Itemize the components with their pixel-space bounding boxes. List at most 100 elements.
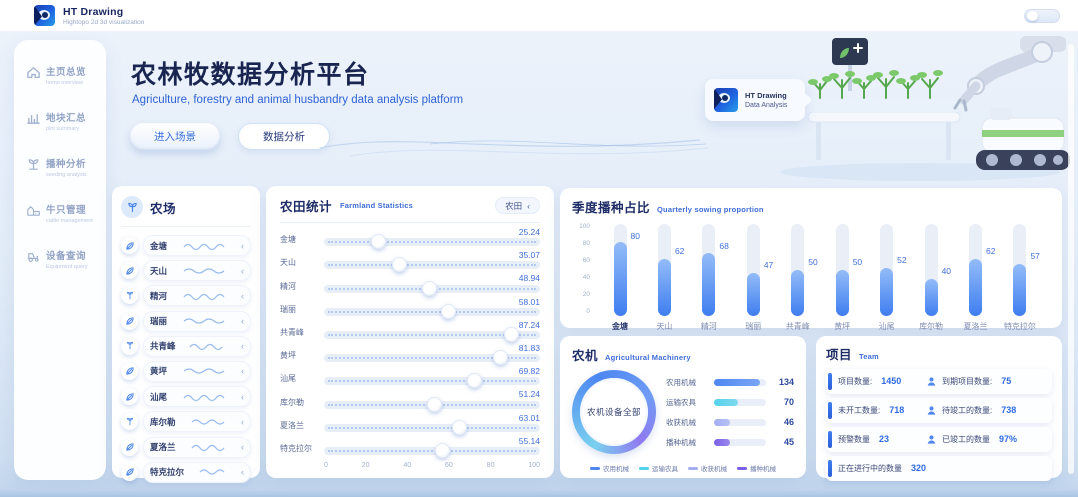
farm-list-item[interactable]: 天山 ‹ xyxy=(121,260,251,282)
slider-label: 金塘 xyxy=(280,235,296,245)
sidebar-item-equipment-query[interactable]: 设备查询 Equipment query xyxy=(26,248,106,270)
scrollbar[interactable] xyxy=(1068,44,1074,474)
sidebar-item-plot-summary[interactable]: 地块汇总 plot summary xyxy=(26,110,106,132)
slider-value: 69.82 xyxy=(518,366,540,377)
chevron-left-icon[interactable]: ‹ xyxy=(241,442,244,452)
slider-thumb[interactable] xyxy=(452,419,468,435)
farm-list-item[interactable]: 库尔勒 ‹ xyxy=(121,411,251,433)
slider-thumb[interactable] xyxy=(421,280,437,296)
slider-thumb[interactable] xyxy=(370,234,386,250)
bar-column[interactable]: 80 金塘 xyxy=(600,224,640,332)
farmland-slider-row: 库尔勒 51.24 xyxy=(280,389,540,412)
slider-thumb[interactable] xyxy=(492,350,508,366)
bar-column[interactable]: 68 精河 xyxy=(689,224,729,332)
chevron-left-icon[interactable]: ‹ xyxy=(241,366,244,376)
leaf-icon xyxy=(121,438,138,456)
slider-thumb[interactable] xyxy=(435,442,451,458)
farm-list-item[interactable]: 共青峰 ‹ xyxy=(121,335,251,357)
legend-item[interactable]: 收获机械 xyxy=(688,463,727,473)
chevron-left-icon[interactable]: ‹ xyxy=(241,316,244,326)
slider-thumb[interactable] xyxy=(466,373,482,389)
farm-list-item[interactable]: 汕尾 ‹ xyxy=(121,386,251,408)
sidebar-item-cattle-management[interactable]: 牛只管理 cattle management xyxy=(26,202,106,224)
slider-track[interactable] xyxy=(324,419,540,435)
legend-item[interactable]: 播种机械 xyxy=(737,463,776,473)
farm-list-item[interactable]: 夏洛兰 ‹ xyxy=(121,436,251,458)
farm-list-item[interactable]: 精河 ‹ xyxy=(121,285,251,307)
slider-thumb[interactable] xyxy=(391,257,407,273)
chevron-left-icon[interactable]: ‹ xyxy=(241,392,244,402)
sidebar-item-home[interactable]: 主页总览 home overview xyxy=(26,64,106,86)
stat-label: 未开工数量: xyxy=(838,405,881,415)
hbar-track[interactable] xyxy=(714,438,766,446)
sidebar-item-seeding-analysis[interactable]: 播种分析 seeding analysis xyxy=(26,156,106,178)
hbar-label: 收获机械 xyxy=(666,417,696,427)
sidebar-item-label: 主页总览 xyxy=(46,67,87,78)
page-title: 农林牧数据分析平台 xyxy=(131,61,370,89)
machinery-donut-chart[interactable]: 农机设备全部 xyxy=(572,370,656,454)
slider-track[interactable] xyxy=(324,257,540,273)
slider-thumb[interactable] xyxy=(441,303,457,319)
bar-column[interactable]: 50 黄坪 xyxy=(822,224,862,332)
farmland-slider-row: 天山 35.07 xyxy=(280,250,540,273)
chevron-left-icon[interactable]: ‹ xyxy=(241,291,244,301)
bar-category: 库尔勒 xyxy=(919,322,944,331)
hbar-label: 播种机械 xyxy=(666,437,696,447)
badge-subtitle: Data Analysis xyxy=(745,102,788,109)
slider-track[interactable] xyxy=(324,303,540,319)
slider-thumb[interactable] xyxy=(426,396,442,412)
bar-column[interactable]: 62 夏洛兰 xyxy=(956,224,996,332)
slider-track[interactable] xyxy=(324,350,540,366)
slider-label: 特克拉尔 xyxy=(280,443,312,453)
project-stat-card[interactable]: 项目数量: 1450 到期项目数量: 75 xyxy=(826,369,1052,394)
farm-list-item[interactable]: 黄坪 ‹ xyxy=(121,360,251,382)
hbar-label: 农用机械 xyxy=(666,377,696,387)
project-stat-card[interactable]: 未开工数量: 718 待竣工的数量: 738 xyxy=(826,398,1052,423)
farmland-panel-title: 农田统计 xyxy=(280,200,333,214)
farm-list-item[interactable]: 瑞丽 ‹ xyxy=(121,310,251,332)
hbar-track[interactable] xyxy=(714,378,766,386)
bar-column[interactable]: 40 库尔勒 xyxy=(911,224,951,332)
bar-category: 夏洛兰 xyxy=(963,322,988,331)
bar-value: 62 xyxy=(674,246,685,257)
slider-track[interactable] xyxy=(324,442,540,458)
chevron-left-icon[interactable]: ‹ xyxy=(241,241,244,251)
legend-label: 收获机械 xyxy=(701,466,727,473)
slider-track[interactable] xyxy=(324,326,540,342)
bar-value: 50 xyxy=(808,257,818,268)
project-stat-card[interactable]: 正在进行中的数量 320 xyxy=(826,456,1052,481)
slider-track[interactable] xyxy=(324,396,540,412)
projects-panel-title: 项目 xyxy=(826,348,853,362)
hbar-label: 运输农具 xyxy=(666,397,696,407)
bar-column[interactable]: 52 汕尾 xyxy=(867,224,907,332)
farm-name: 汕尾 xyxy=(150,391,168,402)
farm-list-item[interactable]: 特克拉尔 ‹ xyxy=(121,461,251,483)
legend-item[interactable]: 运输农具 xyxy=(639,463,678,473)
bar-category: 金塘 xyxy=(612,322,628,331)
hbar-track[interactable] xyxy=(714,398,766,406)
toggle-knob-icon[interactable] xyxy=(1027,11,1038,21)
chevron-left-icon[interactable]: ‹ xyxy=(241,341,244,351)
leaf-icon xyxy=(121,388,138,406)
theme-toggle[interactable] xyxy=(1024,9,1060,23)
enter-scene-button[interactable]: 进入场景 xyxy=(130,123,220,150)
legend-item[interactable]: 农用机械 xyxy=(590,463,629,473)
farm-list-item[interactable]: 金塘 ‹ xyxy=(121,235,251,256)
leaf-icon xyxy=(121,237,138,254)
bar-column[interactable]: 50 共青峰 xyxy=(778,224,818,332)
bar-column[interactable]: 62 天山 xyxy=(644,224,684,332)
chevron-left-icon[interactable]: ‹ xyxy=(241,467,244,477)
bar-column[interactable]: 47 瑞丽 xyxy=(733,224,773,332)
slider-track[interactable] xyxy=(324,280,540,296)
hbar-track[interactable] xyxy=(714,418,766,426)
data-analysis-button[interactable]: 数据分析 xyxy=(238,123,330,150)
slider-track[interactable] xyxy=(324,373,540,389)
chevron-left-icon[interactable]: ‹ xyxy=(241,266,244,276)
bar-column[interactable]: 57 特克拉尔 xyxy=(1000,224,1040,332)
project-stat-card[interactable]: 预警数量 23 已竣工的数量 97% xyxy=(826,427,1052,452)
slider-track[interactable] xyxy=(324,234,540,250)
chevron-left-icon[interactable]: ‹ xyxy=(241,417,244,427)
farmland-filter-button[interactable]: 农田 ‹ xyxy=(495,197,540,214)
slider-thumb[interactable] xyxy=(504,326,520,342)
slider-value: 81.83 xyxy=(518,342,540,353)
